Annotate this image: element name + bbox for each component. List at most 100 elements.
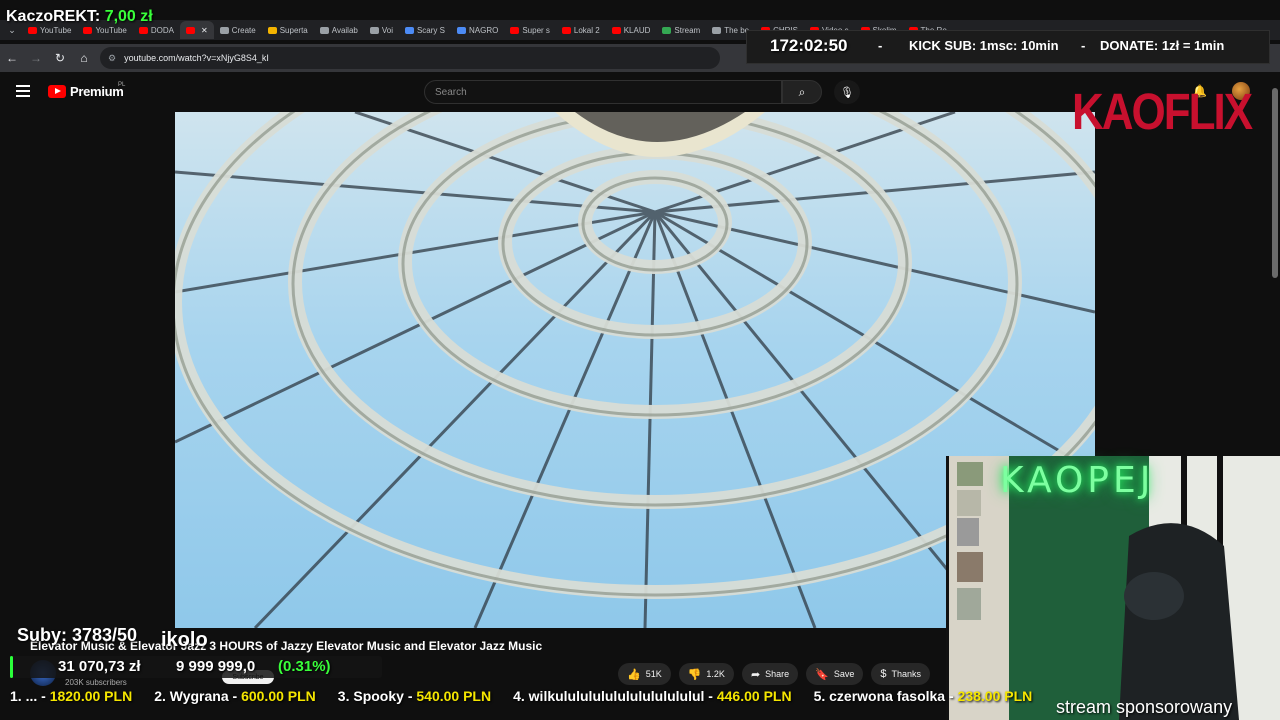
browser-tab[interactable]: Stream bbox=[656, 21, 706, 39]
donor-name: 5. czerwona fasolka - bbox=[813, 688, 954, 704]
tab-label: Scary S bbox=[416, 25, 445, 35]
tab-label: Create bbox=[231, 25, 256, 35]
youtube-icon bbox=[138, 26, 148, 34]
tab-label: Voi bbox=[381, 25, 393, 35]
globe-icon bbox=[319, 26, 329, 34]
back-arrow-icon[interactable]: ← bbox=[0, 46, 24, 70]
superta-icon bbox=[267, 26, 277, 34]
browser-tab[interactable]: Superta bbox=[262, 21, 314, 39]
donor-amount: 1820.00 PLN bbox=[49, 688, 133, 704]
subathon-timer: 172:02:50 bbox=[770, 36, 848, 55]
donation-goal-current: 31 070,73 zł bbox=[58, 658, 141, 675]
tab-label: Lokal 2 bbox=[573, 25, 600, 35]
tab-label: Availab bbox=[331, 25, 358, 35]
donor-entry: 3. Spooky - 540.00 PLN bbox=[338, 688, 491, 712]
region-code: PL bbox=[118, 82, 126, 88]
youtube-icon bbox=[510, 26, 520, 34]
thumbs-down-icon: 👎 bbox=[687, 668, 702, 681]
thanks-button[interactable]: $ Thanks bbox=[871, 663, 931, 685]
like-button[interactable]: 👍 51K bbox=[618, 663, 671, 685]
youtube-icon bbox=[186, 26, 195, 34]
tab-label: KLAUD bbox=[623, 25, 651, 35]
kick-sub-rate: KICK SUB: 1msc: 10min bbox=[909, 38, 1059, 53]
tab-label: NAGRO bbox=[468, 25, 499, 35]
page-scrollbar[interactable] bbox=[1272, 88, 1278, 278]
app-icon bbox=[456, 26, 466, 34]
sponsored-label: stream sponsorowany bbox=[1056, 697, 1233, 717]
youtube-icon bbox=[28, 26, 37, 34]
share-label: Share bbox=[765, 669, 790, 679]
youtube-icon bbox=[611, 26, 621, 34]
bookmark-icon: 🔖 bbox=[815, 668, 829, 681]
browser-tab[interactable]: Create bbox=[214, 21, 262, 39]
save-label: Save bbox=[833, 669, 855, 679]
share-icon: ➦ bbox=[750, 668, 761, 681]
browser-tab[interactable]: KLAUD bbox=[606, 21, 657, 39]
tab-label: Superta bbox=[279, 25, 308, 35]
save-button[interactable]: 🔖 Save bbox=[806, 663, 864, 685]
donor-entry: 1. ... - 1820.00 PLN bbox=[10, 688, 132, 712]
browser-tab[interactable]: NAGRO bbox=[451, 21, 504, 39]
address-bar[interactable]: ⚙ youtube.com/watch?v=xNjyG8S4_kI bbox=[100, 47, 720, 69]
donor-entry: 5. czerwona fasolka - 238.00 PLN bbox=[814, 688, 1033, 712]
donation-goal-target: 9 999 999,0 bbox=[176, 658, 256, 675]
forward-arrow-icon[interactable]: → bbox=[24, 46, 48, 70]
browser-tab[interactable]: Lokal 2 bbox=[556, 21, 606, 39]
browser-tab[interactable]: Super s bbox=[504, 21, 556, 39]
menu-icon[interactable] bbox=[16, 85, 30, 97]
neon-sign: KAOPEJ bbox=[1000, 460, 1155, 501]
donor-entry: 2. Wygrana - 600.00 PLN bbox=[154, 688, 316, 712]
home-icon[interactable]: ⌂ bbox=[72, 46, 96, 70]
search-icon[interactable]: ⌕ bbox=[782, 80, 822, 104]
streamer-name: KaczoREKT: bbox=[6, 8, 101, 25]
close-tab-icon[interactable]: ✕ bbox=[201, 26, 208, 35]
donor-amount: 446.00 PLN bbox=[716, 688, 792, 704]
separator: - bbox=[878, 38, 883, 53]
app-icon bbox=[404, 26, 414, 34]
stream-screen: ⌄ YouTube YouTube DODA ✕ Create Superta Availa… bbox=[0, 0, 1280, 720]
donor-name: 3. Spooky - bbox=[337, 688, 413, 704]
tab-label: YouTube bbox=[95, 25, 127, 35]
thanks-icon: $ bbox=[880, 668, 887, 680]
like-count: 51K bbox=[645, 669, 662, 679]
donation-goal-percent: (0.31%) bbox=[278, 658, 331, 675]
video-actions: 👍 51K 👎 1.2K ➦ Share 🔖 Save $ Thanks bbox=[618, 663, 931, 685]
youtube-logo[interactable]: Premium bbox=[48, 84, 124, 99]
browser-tab[interactable]: Scary S bbox=[399, 21, 451, 39]
channel-subscriber-count: 203K subscribers bbox=[65, 678, 127, 687]
search-input[interactable]: Search bbox=[424, 80, 782, 104]
donor-name: 2. Wygrana - bbox=[154, 688, 238, 704]
last-donation-amount: 7,00 zł bbox=[104, 8, 153, 25]
tab-label: YouTube bbox=[40, 25, 72, 35]
kick-icon bbox=[662, 26, 672, 34]
donor-amount: 600.00 PLN bbox=[241, 688, 316, 704]
share-button[interactable]: ➦ Share bbox=[741, 663, 799, 685]
donor-name: 1. ... - bbox=[10, 688, 46, 704]
browser-tab[interactable]: ✕ bbox=[180, 21, 214, 39]
youtube-icon bbox=[83, 26, 93, 34]
youtube-icon bbox=[561, 26, 571, 34]
dislike-count: 1.2K bbox=[706, 669, 725, 679]
thumbs-up-icon: 👍 bbox=[627, 668, 641, 681]
donor-amount: 540.00 PLN bbox=[416, 688, 492, 704]
dislike-button[interactable]: 👎 1.2K bbox=[678, 663, 734, 685]
url-text: youtube.com/watch?v=xNjyG8S4_kI bbox=[124, 53, 269, 63]
donor-amount: 238.00 PLN bbox=[957, 688, 1033, 704]
doc-icon bbox=[219, 26, 229, 34]
browser-tab[interactable]: Availab bbox=[314, 21, 364, 39]
tab-label: Stream bbox=[674, 25, 701, 35]
youtube-play-icon bbox=[48, 85, 66, 98]
overlay-text-okolo: ikolo bbox=[161, 629, 208, 651]
globe-icon bbox=[369, 26, 379, 34]
tab-label: DODA bbox=[150, 25, 174, 35]
youtube-logo-text: Premium bbox=[70, 84, 124, 99]
browser-tab[interactable]: Voi bbox=[364, 21, 399, 39]
microphone-icon[interactable]: 🎙 bbox=[834, 80, 860, 104]
reload-icon[interactable]: ↻ bbox=[48, 46, 72, 70]
site-info-icon[interactable]: ⚙ bbox=[108, 53, 116, 64]
subs-goal-counter: Suby: 3783/50 bbox=[17, 625, 138, 645]
separator: - bbox=[1081, 38, 1086, 53]
globe-icon bbox=[712, 26, 722, 34]
kaoflix-logo: KAOFLIX bbox=[1072, 84, 1253, 141]
donor-name: 4. wilkulululululululululululul - bbox=[513, 688, 713, 704]
